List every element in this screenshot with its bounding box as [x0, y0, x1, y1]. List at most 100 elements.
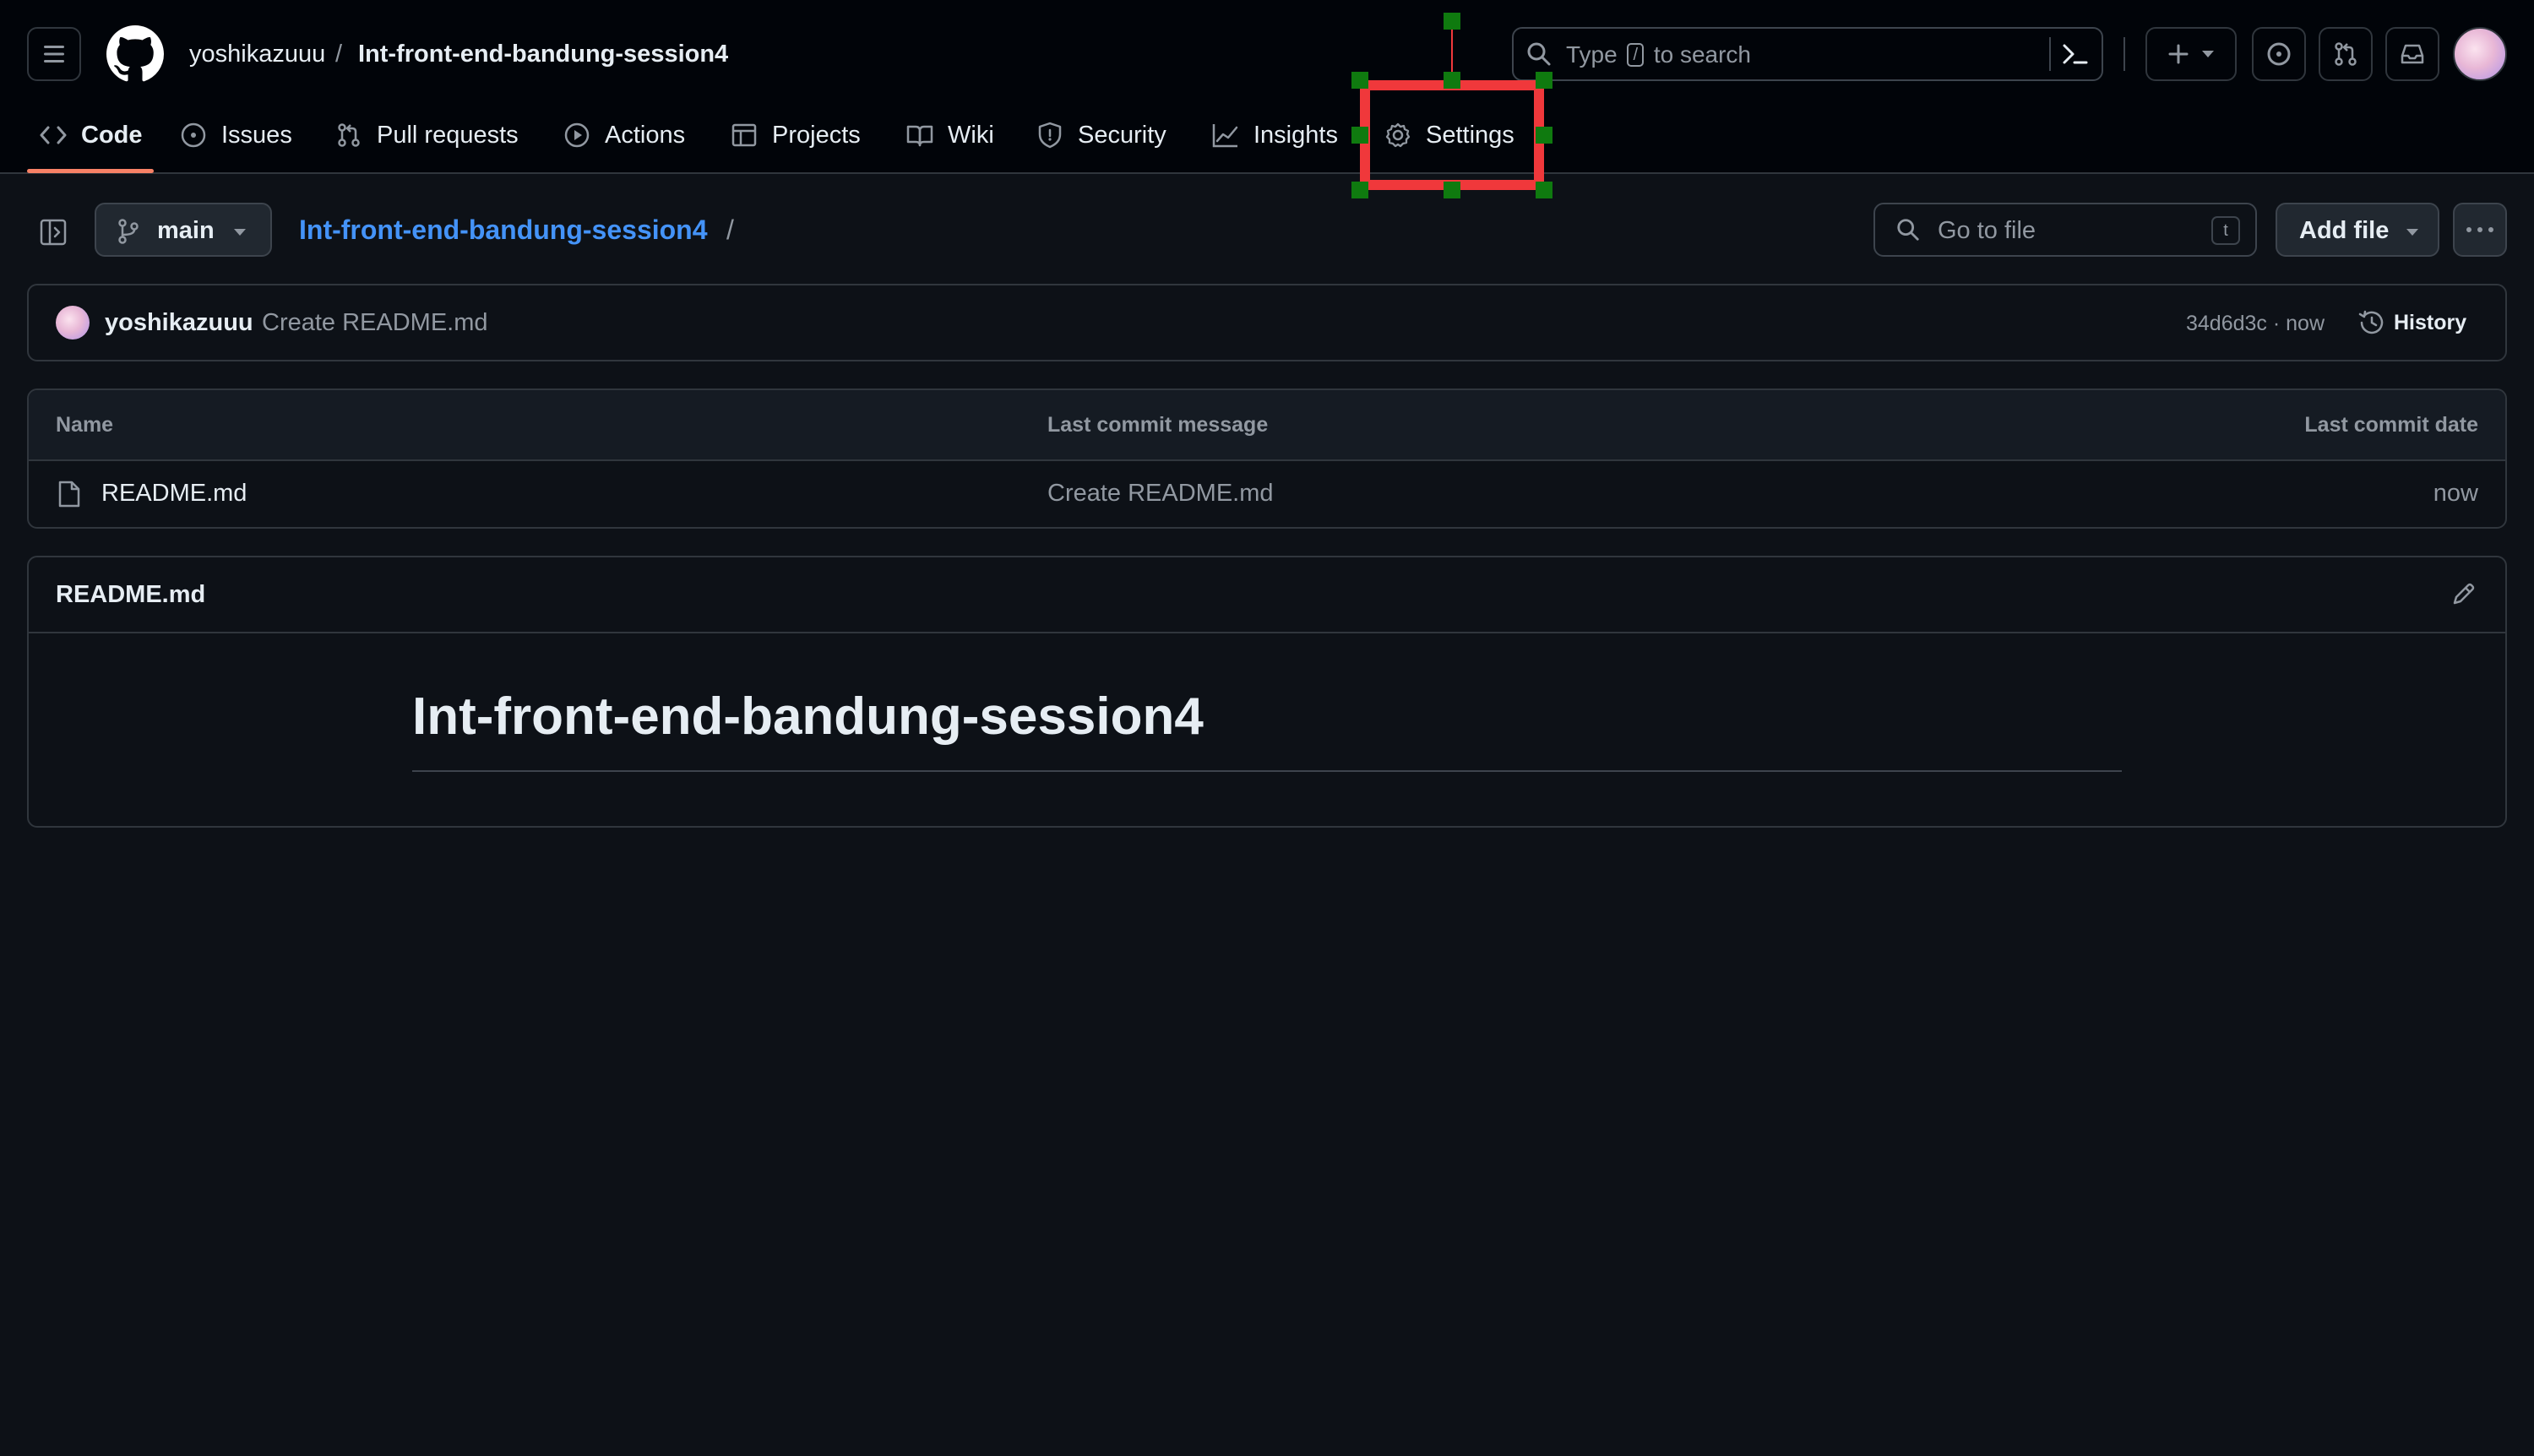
user-avatar[interactable]	[2453, 27, 2507, 81]
book-icon	[905, 121, 934, 149]
go-to-file-shortcut-key: t	[2211, 216, 2240, 245]
hamburger-icon	[42, 44, 66, 64]
column-header-last-commit-date: Last commit date	[2304, 413, 2478, 437]
sidebar-expand-icon	[39, 218, 68, 247]
tab-security[interactable]: Security	[1036, 111, 1166, 159]
annotation-handle	[1351, 127, 1368, 144]
active-tab-indicator	[27, 169, 154, 173]
history-icon	[2357, 309, 2385, 336]
go-to-file-placeholder: Go to file	[1938, 217, 2036, 244]
code-icon	[39, 121, 68, 149]
inbox-icon	[2399, 41, 2426, 68]
tab-actions[interactable]: Actions	[563, 111, 685, 159]
breadcrumb-separator: /	[726, 215, 734, 245]
caret-down-icon	[2201, 50, 2215, 58]
tab-insights[interactable]: Insights	[1211, 111, 1338, 159]
issue-icon	[2265, 41, 2292, 68]
caret-down-icon	[233, 228, 247, 236]
readme-filename[interactable]: README.md	[56, 579, 205, 610]
issue-icon	[179, 121, 208, 149]
search-input[interactable]: Type / to search	[1512, 27, 2103, 81]
readme-panel: README.md Int-front-end-bandung-session4	[27, 556, 2507, 828]
search-placeholder: Type / to search	[1566, 41, 1751, 68]
annotation-handle	[1351, 72, 1368, 89]
tab-wiki-label: Wiki	[948, 121, 994, 149]
author-avatar[interactable]	[56, 306, 90, 340]
tab-issues[interactable]: Issues	[179, 111, 292, 159]
commit-meta[interactable]: 34d6d3c · now	[2186, 311, 2325, 336]
readme-divider	[29, 632, 2505, 633]
commit-author[interactable]: yoshikazuuu	[105, 307, 253, 338]
history-label: History	[2394, 310, 2467, 334]
caret-down-icon	[2406, 228, 2419, 236]
file-name-link[interactable]: README.md	[101, 478, 247, 508]
tab-wiki[interactable]: Wiki	[905, 111, 994, 159]
tab-code[interactable]: Code	[39, 111, 143, 159]
column-header-last-commit-message: Last commit message	[1047, 413, 1269, 437]
readme-heading: Int-front-end-bandung-session4	[412, 687, 1204, 746]
file-table-header: Name Last commit message Last commit dat…	[29, 390, 2505, 459]
branch-name: main	[157, 217, 215, 244]
column-header-name: Name	[56, 413, 114, 437]
table-row[interactable]: README.md Create README.md now	[29, 461, 2505, 527]
branch-icon	[117, 218, 140, 245]
graph-icon	[1211, 121, 1240, 149]
pull-requests-button[interactable]	[2319, 27, 2373, 81]
latest-commit-bar: yoshikazuuu Create README.md 34d6d3c · n…	[27, 284, 2507, 361]
kebab-horizontal-icon	[2466, 226, 2494, 233]
tab-pull-requests-label: Pull requests	[377, 121, 519, 149]
plus-icon	[2167, 43, 2189, 65]
more-options-button[interactable]	[2453, 203, 2507, 257]
breadcrumb-repo-link[interactable]: Int-front-end-bandung-session4	[299, 213, 708, 247]
global-header: yoshikazuuu / Int-front-end-bandung-sess…	[0, 0, 2534, 198]
tab-pull-requests[interactable]: Pull requests	[334, 111, 519, 159]
table-icon	[730, 121, 759, 149]
pull-request-icon	[2332, 41, 2359, 68]
annotation-handle	[1536, 127, 1552, 144]
file-table: Name Last commit message Last commit dat…	[27, 388, 2507, 529]
sidebar-toggle-button[interactable]	[34, 213, 73, 252]
tab-security-label: Security	[1078, 121, 1166, 149]
pull-request-icon	[334, 121, 363, 149]
tab-issues-label: Issues	[221, 121, 292, 149]
search-icon	[1895, 217, 1921, 242]
shield-icon	[1036, 121, 1064, 149]
create-new-button[interactable]	[2145, 27, 2237, 81]
file-icon	[57, 480, 81, 508]
tab-code-label: Code	[81, 121, 143, 149]
menu-button[interactable]	[27, 27, 81, 81]
commit-message[interactable]: Create README.md	[262, 307, 488, 338]
pencil-icon[interactable]	[2451, 581, 2477, 606]
inbox-button[interactable]	[2385, 27, 2439, 81]
owner-link[interactable]: yoshikazuuu	[189, 37, 325, 71]
tab-projects[interactable]: Projects	[730, 111, 861, 159]
annotation-handle	[1444, 13, 1460, 30]
annotation-handle	[1444, 72, 1460, 89]
tab-actions-label: Actions	[605, 121, 686, 149]
readme-heading-rule	[412, 770, 2122, 772]
add-file-button[interactable]: Add file	[2276, 203, 2439, 257]
search-divider	[2049, 37, 2051, 71]
annotation-handle	[1444, 182, 1460, 198]
file-commit-message[interactable]: Create README.md	[1047, 478, 1274, 508]
annotation-handle	[1536, 182, 1552, 198]
play-icon	[563, 121, 591, 149]
annotation-highlight-box	[1360, 80, 1544, 190]
annotation-handle	[1536, 72, 1552, 89]
command-palette-icon[interactable]	[2061, 41, 2090, 68]
search-icon	[1525, 41, 1552, 68]
go-to-file-input[interactable]: Go to file t	[1873, 203, 2257, 257]
issues-button[interactable]	[2252, 27, 2306, 81]
add-file-label: Add file	[2299, 217, 2390, 244]
annotation-handle	[1351, 182, 1368, 198]
repo-name-link[interactable]: Int-front-end-bandung-session4	[358, 37, 728, 71]
tab-insights-label: Insights	[1253, 121, 1338, 149]
github-logo-icon[interactable]	[106, 25, 164, 83]
history-button[interactable]: History	[2357, 306, 2466, 340]
search-shortcut-key: /	[1627, 43, 1645, 67]
file-commit-date: now	[2433, 480, 2478, 507]
breadcrumb-separator: /	[335, 41, 343, 68]
header-divider	[2123, 37, 2125, 71]
branch-selector[interactable]: main	[95, 203, 272, 257]
tab-projects-label: Projects	[772, 121, 861, 149]
